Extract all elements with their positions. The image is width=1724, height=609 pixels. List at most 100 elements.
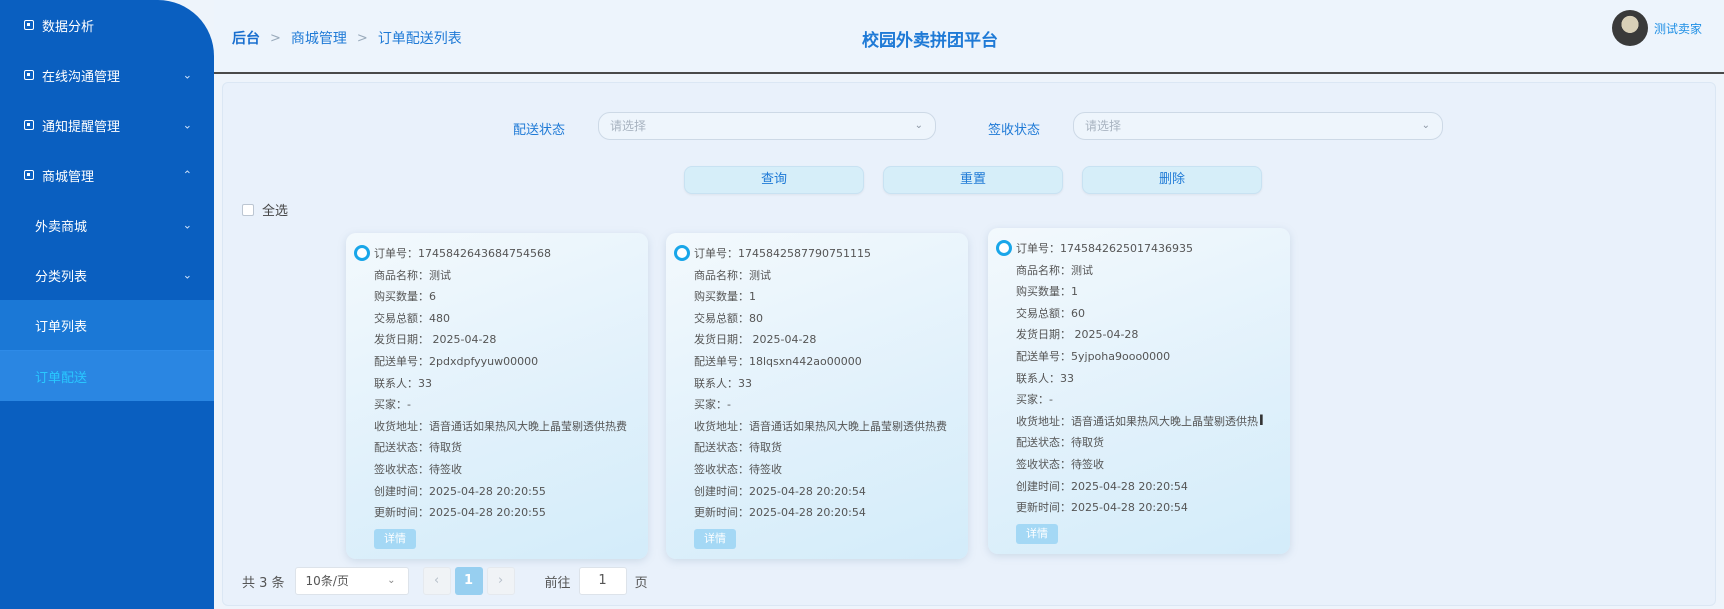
detail-button[interactable]: 详情 xyxy=(694,528,736,549)
pagination: 共 3 条 10条/页 ⌄ ‹ 1 › 前往 1 页 xyxy=(242,567,648,595)
order-number: 订单号：1745842643684754568 xyxy=(374,247,551,260)
sign-status: 签收状态：待签收 xyxy=(694,462,782,476)
sidebar-item-mall-management[interactable]: 商城管理 ⌃ xyxy=(0,150,214,200)
page-size-value: 10条/页 xyxy=(305,574,349,588)
select-all[interactable]: 全选 xyxy=(242,200,288,219)
avatar[interactable] xyxy=(1611,10,1648,46)
sidebar-item-order-list[interactable]: 订单列表 xyxy=(0,300,214,350)
quantity: 购买数量：6 xyxy=(374,290,436,304)
updated-time: 更新时间：2025-04-28 20:20:54 xyxy=(1016,501,1188,515)
sidebar-item-label: 订单列表 xyxy=(35,319,88,335)
select-placeholder: 请选择 xyxy=(1085,119,1122,133)
sidebar: 数据分析 在线沟通管理 ⌄ 通知提醒管理 ⌄ 商城管理 ⌃ 外卖商城 ⌄ 分类列… xyxy=(0,0,214,609)
chevron-down-icon: ⌄ xyxy=(182,118,192,132)
chevron-down-icon: ⌄ xyxy=(387,575,396,586)
page-suffix: 页 xyxy=(634,575,648,591)
breadcrumb-home[interactable]: 后台 xyxy=(232,28,260,48)
sidebar-item-notifications[interactable]: 通知提醒管理 ⌄ xyxy=(0,100,214,150)
delivery-number: 配送单号：18lqsxn442ao00000 xyxy=(694,354,862,368)
card-select-radio[interactable] xyxy=(354,245,370,261)
delivery-status: 配送状态：待取货 xyxy=(1016,436,1104,450)
sidebar-item-category-list[interactable]: 分类列表 ⌄ xyxy=(0,250,214,300)
sign-status-label: 签收状态 xyxy=(988,123,1041,138)
quantity: 购买数量：1 xyxy=(1016,285,1078,299)
sidebar-item-data-analysis[interactable]: 数据分析 xyxy=(0,0,214,50)
created-time: 创建时间：2025-04-28 20:20:54 xyxy=(694,484,866,498)
ship-date: 发货日期： 2025-04-28 xyxy=(374,333,497,347)
buyer: 买家：- xyxy=(374,398,411,412)
card-select-radio[interactable] xyxy=(996,240,1012,256)
order-number: 订单号：1745842587790751115 xyxy=(694,247,871,260)
prev-page-button[interactable]: ‹ xyxy=(422,567,451,595)
chevron-up-icon: ⌃ xyxy=(182,168,192,182)
product-name: 商品名称：测试 xyxy=(1016,263,1093,277)
contact: 联系人：33 xyxy=(694,376,752,390)
order-card[interactable]: 订单号：1745842625017436935 商品名称：测试 购买数量：1 交… xyxy=(988,228,1290,554)
page-size-select[interactable]: 10条/页 ⌄ xyxy=(294,567,409,595)
select-all-checkbox[interactable] xyxy=(242,203,254,216)
updated-time: 更新时间：2025-04-28 20:20:55 xyxy=(374,506,546,520)
breadcrumb-mall[interactable]: 商城管理 xyxy=(291,28,347,48)
select-placeholder: 请选择 xyxy=(610,119,647,133)
total-count: 共 3 条 xyxy=(242,575,285,591)
delete-button[interactable]: 删除 xyxy=(1082,166,1262,194)
chevron-down-icon: ⌄ xyxy=(182,218,192,232)
product-name: 商品名称：测试 xyxy=(374,268,451,282)
chevron-down-icon: ⌄ xyxy=(182,268,192,282)
header: 后台 > 商城管理 > 订单配送列表 校园外卖拼团平台 测试卖家 xyxy=(214,0,1724,74)
sidebar-item-label: 数据分析 xyxy=(42,19,95,35)
text-cursor-icon: I xyxy=(1258,413,1264,429)
next-page-button[interactable]: › xyxy=(486,567,515,595)
detail-button[interactable]: 详情 xyxy=(1016,523,1058,544)
breadcrumb: 后台 > 商城管理 > 订单配送列表 xyxy=(232,28,462,48)
menu-item-icon xyxy=(24,70,34,80)
sidebar-item-online-chat[interactable]: 在线沟通管理 ⌄ xyxy=(0,50,214,100)
query-button[interactable]: 查询 xyxy=(684,166,864,194)
delivery-status-select[interactable]: 请选择 ⌄ xyxy=(598,112,936,140)
sidebar-item-label: 通知提醒管理 xyxy=(42,119,121,135)
order-card[interactable]: 订单号：1745842643684754568 商品名称：测试 购买数量：6 交… xyxy=(346,233,648,559)
chevron-down-icon: ⌄ xyxy=(1421,120,1430,131)
delivery-number: 配送单号：2pdxdpfyyuw00000 xyxy=(374,354,539,368)
buyer: 买家：- xyxy=(694,398,731,412)
page-button-current[interactable]: 1 xyxy=(454,567,483,595)
created-time: 创建时间：2025-04-28 20:20:55 xyxy=(374,484,546,498)
sidebar-item-label: 分类列表 xyxy=(35,269,88,285)
menu-item-icon xyxy=(24,20,34,30)
contact: 联系人：33 xyxy=(374,376,432,390)
breadcrumb-current: 订单配送列表 xyxy=(377,31,462,47)
ship-date: 发货日期： 2025-04-28 xyxy=(1016,328,1139,342)
reset-button[interactable]: 重置 xyxy=(883,166,1063,194)
user-menu[interactable]: 测试卖家 xyxy=(1611,10,1702,46)
breadcrumb-separator-icon: > xyxy=(356,30,368,46)
address: 收货地址：语音通话如果热风大晚上晶莹剔透供热费 xyxy=(694,419,947,433)
select-all-label: 全选 xyxy=(262,204,289,219)
goto-label: 前往 xyxy=(544,575,571,591)
menu-item-icon xyxy=(24,170,34,180)
main-panel: 配送状态 请选择 ⌄ 签收状态 请选择 ⌄ 查询 重置 删除 全选 订单号：17… xyxy=(222,82,1716,606)
total-amount: 交易总额：60 xyxy=(1016,306,1085,320)
sign-status-select[interactable]: 请选择 ⌄ xyxy=(1073,112,1443,140)
delivery-status: 配送状态：待取货 xyxy=(694,441,782,455)
sidebar-item-takeout-mall[interactable]: 外卖商城 ⌄ xyxy=(0,200,214,250)
detail-button[interactable]: 详情 xyxy=(374,528,416,549)
breadcrumb-separator-icon: > xyxy=(270,30,281,46)
order-number: 订单号：1745842625017436935 xyxy=(1016,242,1193,255)
card-select-radio[interactable] xyxy=(674,245,690,261)
sidebar-item-label: 在线沟通管理 xyxy=(42,69,121,85)
contact: 联系人：33 xyxy=(1016,371,1074,385)
address: 收货地址：语音通话如果热风大晚上晶莹剔透供热费 xyxy=(374,419,627,433)
goto-page-input[interactable]: 1 xyxy=(578,567,627,595)
updated-time: 更新时间：2025-04-28 20:20:54 xyxy=(694,506,866,520)
total-amount: 交易总额：80 xyxy=(694,311,763,325)
product-name: 商品名称：测试 xyxy=(694,268,771,282)
delivery-number: 配送单号：5yjpoha9ooo0000 xyxy=(1016,349,1171,363)
username[interactable]: 测试卖家 xyxy=(1654,20,1702,37)
chevron-down-icon: ⌄ xyxy=(182,68,192,82)
order-card[interactable]: 订单号：1745842587790751115 商品名称：测试 购买数量：1 交… xyxy=(666,233,968,559)
chevron-down-icon: ⌄ xyxy=(914,120,923,131)
menu-item-icon xyxy=(24,120,34,130)
sidebar-item-order-delivery[interactable]: 订单配送 xyxy=(0,351,214,401)
quantity: 购买数量：1 xyxy=(694,290,756,304)
sign-status: 签收状态：待签收 xyxy=(1016,457,1104,471)
